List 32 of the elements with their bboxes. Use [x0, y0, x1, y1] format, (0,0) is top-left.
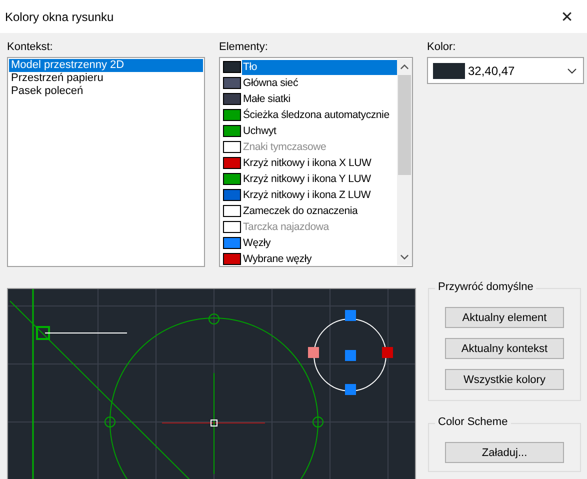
- color-dropdown[interactable]: 32,40,47: [427, 57, 584, 84]
- load-button[interactable]: Załaduj...: [445, 442, 564, 463]
- restore-button[interactable]: Wszystkie kolory: [445, 369, 564, 390]
- element-item[interactable]: Krzyż nitkowy i ikona X LUW: [242, 156, 397, 170]
- scroll-down-icon[interactable]: [400, 254, 409, 260]
- scroll-thumb[interactable]: [398, 75, 411, 175]
- close-button[interactable]: ✕: [547, 0, 587, 33]
- element-item[interactable]: Główna sieć: [242, 76, 397, 90]
- element-item[interactable]: Wybrane węzły: [242, 252, 397, 265]
- scrollbar[interactable]: [397, 59, 412, 265]
- group-title: Color Scheme: [435, 416, 511, 428]
- element-item[interactable]: Krzyż nitkowy i ikona Y LUW: [242, 172, 397, 186]
- restore-button[interactable]: Aktualny kontekst: [445, 338, 564, 359]
- context-label: Kontekst:: [7, 40, 54, 55]
- elements-label: Elementy:: [219, 40, 269, 55]
- context-item[interactable]: Pasek poleceń: [9, 85, 203, 98]
- scroll-up-icon[interactable]: [400, 64, 409, 70]
- window-title: Kolory okna rysunku: [5, 10, 114, 24]
- context-item[interactable]: Przestrzeń papieru: [9, 72, 203, 85]
- element-item[interactable]: Tło: [242, 60, 397, 74]
- color-label: Kolor:: [427, 40, 457, 55]
- group-title: Przywróć domyślne: [435, 281, 536, 293]
- chevron-down-icon: [567, 68, 577, 74]
- element-item[interactable]: Ścieżka śledzona automatycznie: [242, 108, 397, 122]
- element-item[interactable]: Uchwyt: [242, 124, 397, 138]
- element-item[interactable]: Małe siatki: [242, 92, 397, 106]
- element-item[interactable]: Węzły: [242, 236, 397, 250]
- element-item[interactable]: Zameczek do oznaczenia: [242, 204, 397, 218]
- element-item[interactable]: Krzyż nitkowy i ikona Z LUW: [242, 188, 397, 202]
- restore-button[interactable]: Aktualny element: [445, 307, 564, 328]
- context-item[interactable]: Model przestrzenny 2D: [9, 59, 203, 72]
- color-value: 32,40,47: [468, 64, 516, 78]
